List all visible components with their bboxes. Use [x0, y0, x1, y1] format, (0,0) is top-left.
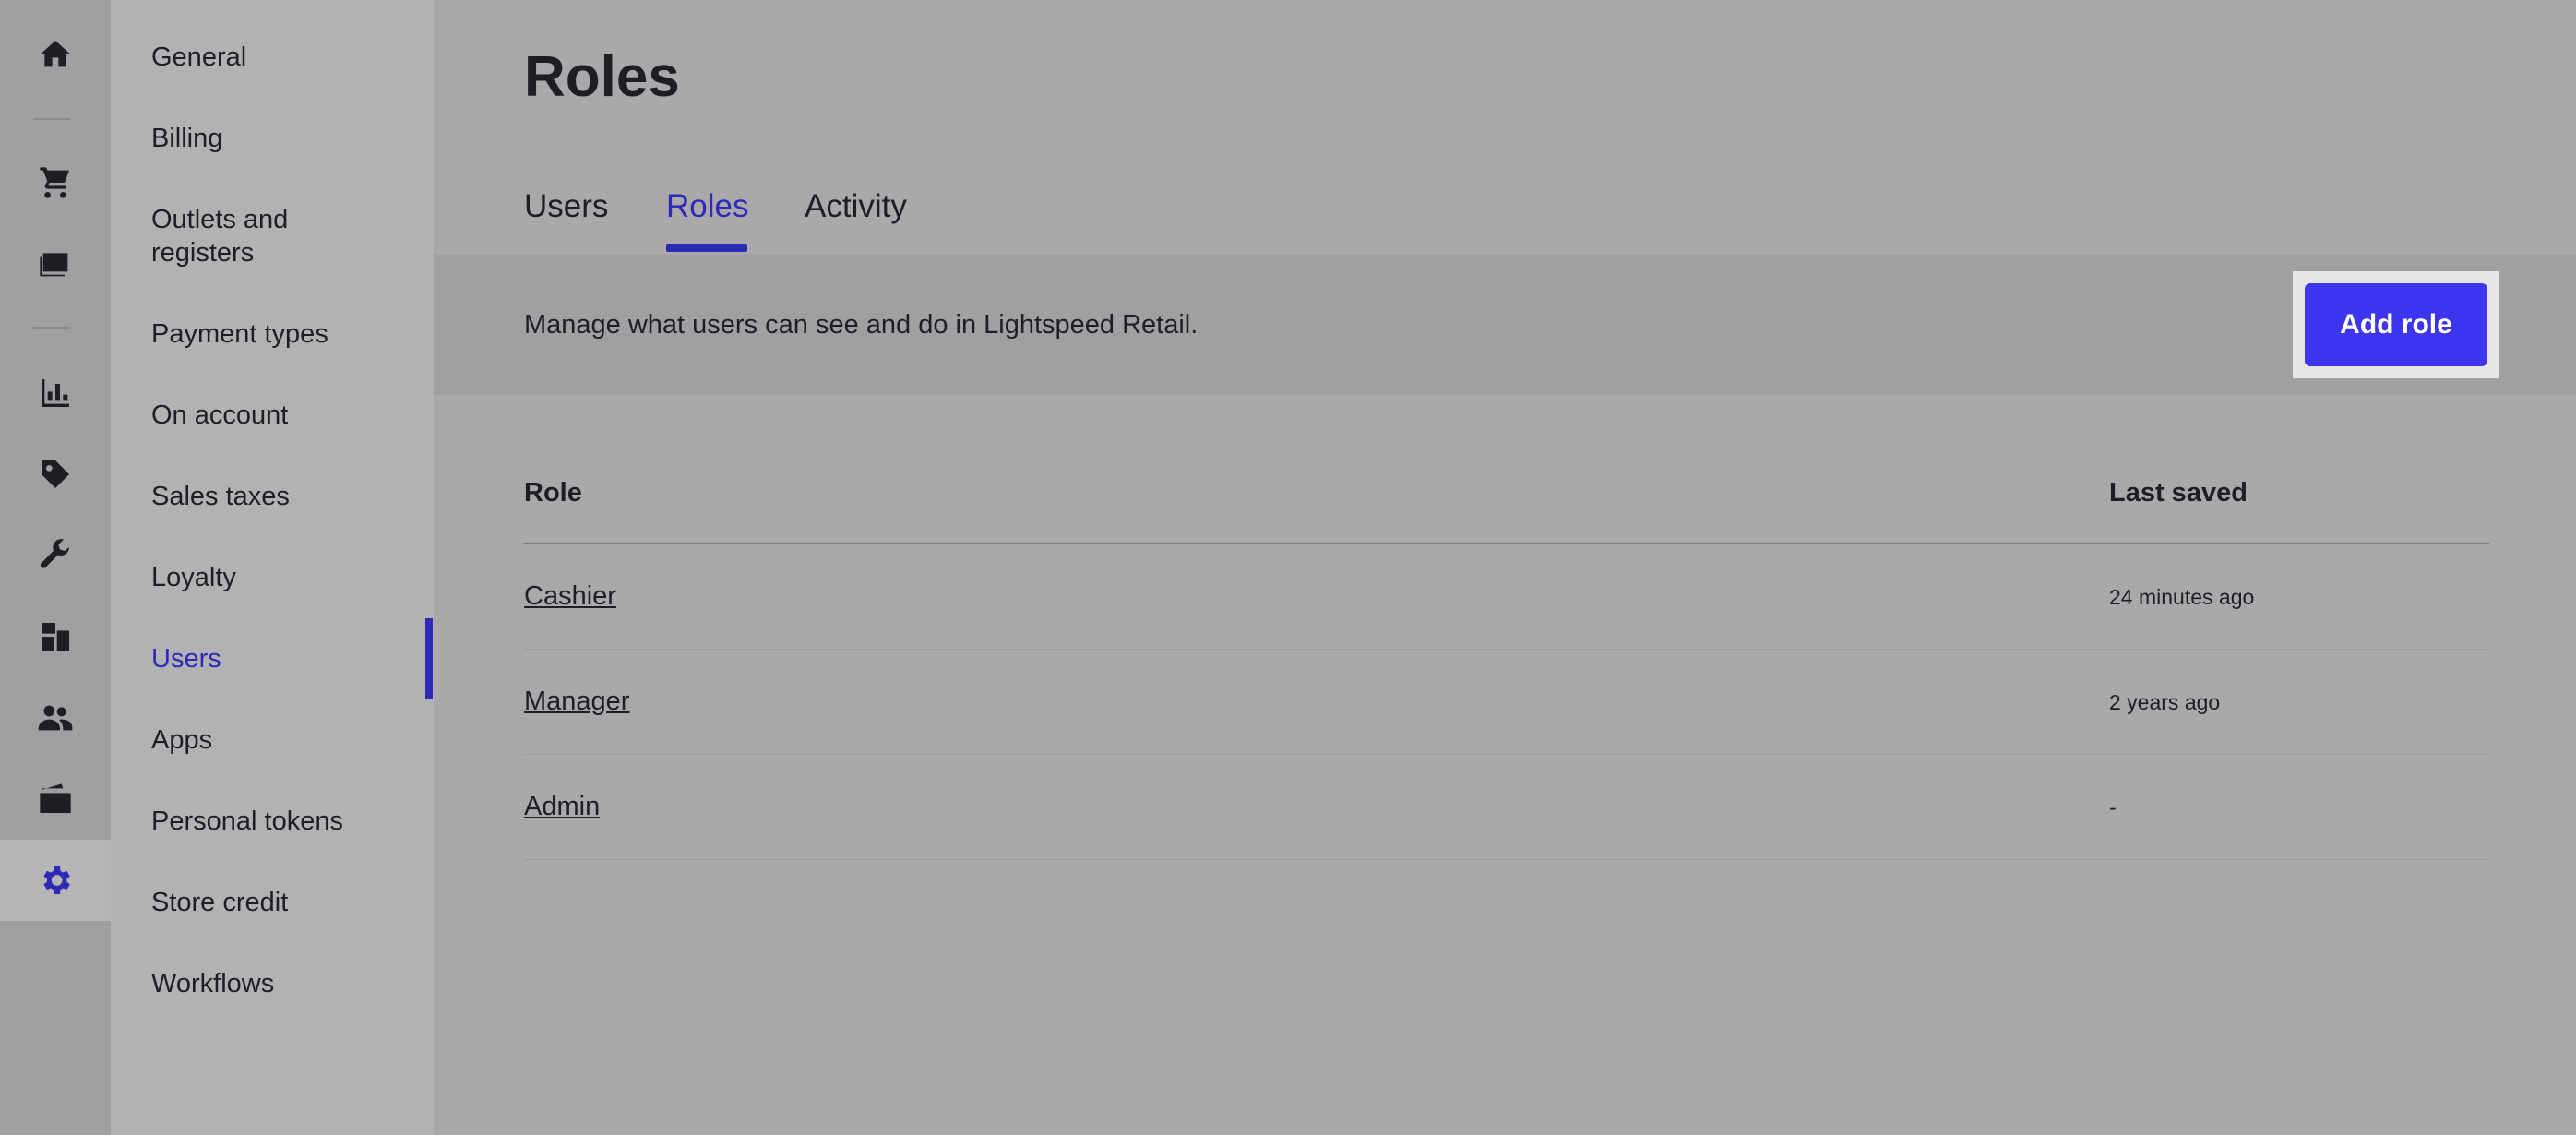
wrench-icon[interactable]	[0, 515, 111, 596]
chart-icon[interactable]	[0, 352, 111, 434]
info-banner: Manage what users can see and do in Ligh…	[434, 255, 2576, 395]
settings-subnav: General Billing Outlets and registers Pa…	[111, 0, 434, 1135]
banner-description: Manage what users can see and do in Ligh…	[524, 310, 1199, 340]
tab-users[interactable]: Users	[524, 181, 608, 233]
rail-divider	[33, 327, 70, 329]
table-row: Manager 2 years ago	[524, 650, 2489, 755]
add-role-highlight: Add role	[2293, 271, 2499, 378]
subnav-item-billing[interactable]: Billing	[151, 122, 419, 155]
subnav-item-loyalty[interactable]: Loyalty	[151, 561, 419, 594]
column-header-last-saved[interactable]: Last saved	[2109, 474, 2248, 511]
home-icon[interactable]	[0, 14, 111, 95]
table-row: Cashier 24 minutes ago	[524, 544, 2489, 650]
subnav-item-outlets-and-registers[interactable]: Outlets and registers	[151, 203, 373, 269]
role-link-cashier[interactable]: Cashier	[524, 578, 616, 615]
last-saved-value: 2 years ago	[2109, 690, 2221, 714]
subnav-item-users[interactable]: Users	[151, 642, 419, 675]
page-title: Roles	[524, 45, 680, 109]
main-content: Roles Users Roles Activity Manage what u…	[434, 0, 2576, 1135]
role-link-admin[interactable]: Admin	[524, 788, 600, 825]
tab-roles[interactable]: Roles	[666, 181, 748, 233]
folder-icon[interactable]	[0, 759, 111, 840]
subnav-item-payment-types[interactable]: Payment types	[151, 317, 419, 351]
subnav-item-store-credit[interactable]: Store credit	[151, 886, 419, 919]
table-header: Role Last saved	[524, 452, 2489, 544]
tab-activity[interactable]: Activity	[805, 181, 907, 233]
rail-divider	[33, 118, 70, 120]
subnav-item-workflows[interactable]: Workflows	[151, 967, 419, 1000]
subnav-item-sales-taxes[interactable]: Sales taxes	[151, 480, 419, 513]
table-row: Admin -	[524, 755, 2489, 860]
add-role-button[interactable]: Add role	[2305, 283, 2487, 366]
cart-icon[interactable]	[0, 142, 111, 223]
last-saved-value: -	[2109, 795, 2117, 819]
subnav-item-personal-tokens[interactable]: Personal tokens	[151, 805, 419, 838]
subnav-item-general[interactable]: General	[151, 41, 419, 74]
subnav-item-apps[interactable]: Apps	[151, 723, 419, 757]
customers-icon[interactable]	[0, 677, 111, 759]
active-tab-underline	[666, 244, 747, 252]
gear-icon[interactable]	[0, 840, 111, 921]
roles-table: Role Last saved Cashier 24 minutes ago M…	[524, 452, 2489, 860]
subnav-item-on-account[interactable]: On account	[151, 399, 419, 432]
boxes-icon[interactable]	[0, 596, 111, 677]
column-header-role[interactable]: Role	[524, 474, 582, 511]
register-icon[interactable]	[0, 223, 111, 305]
last-saved-value: 24 minutes ago	[2109, 585, 2255, 609]
active-item-indicator	[425, 618, 433, 699]
icon-rail	[0, 0, 111, 1135]
role-link-manager[interactable]: Manager	[524, 683, 629, 720]
tag-icon[interactable]	[0, 434, 111, 515]
